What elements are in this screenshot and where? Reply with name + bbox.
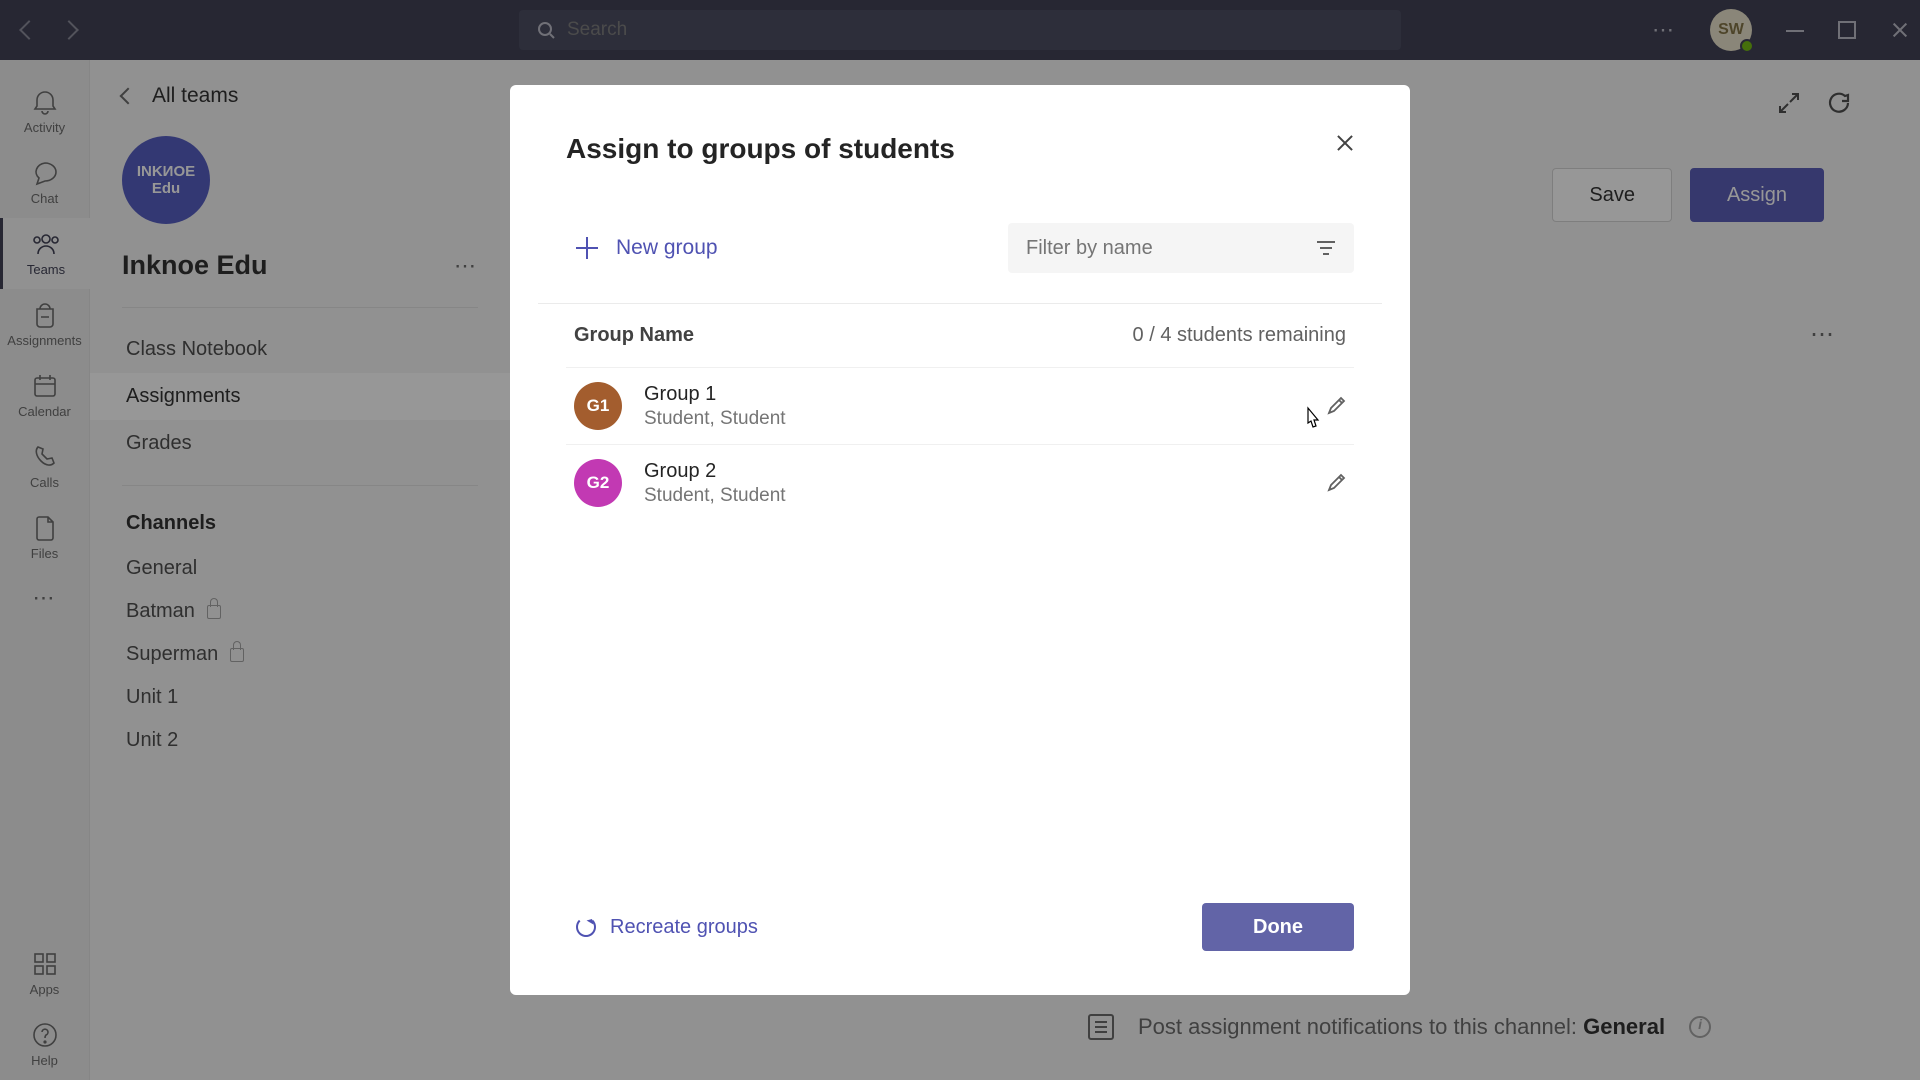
filter-input[interactable] bbox=[1026, 237, 1304, 260]
modal-title: Assign to groups of students bbox=[566, 133, 955, 165]
refresh-icon bbox=[576, 917, 596, 937]
filter-icon[interactable] bbox=[1316, 241, 1336, 255]
filter-box[interactable] bbox=[1008, 223, 1354, 273]
group-row[interactable]: G1 Group 1 Student, Student bbox=[566, 367, 1354, 444]
group-members: Student, Student bbox=[644, 485, 786, 507]
group-avatar: G2 bbox=[574, 459, 622, 507]
group-avatar: G1 bbox=[574, 382, 622, 430]
pencil-icon bbox=[1326, 473, 1346, 493]
new-group-button[interactable]: New group bbox=[566, 236, 718, 260]
recreate-label: Recreate groups bbox=[610, 916, 758, 939]
edit-group-button[interactable] bbox=[1326, 473, 1346, 493]
group-name: Group 2 bbox=[644, 460, 786, 483]
recreate-groups-button[interactable]: Recreate groups bbox=[566, 916, 758, 939]
done-button[interactable]: Done bbox=[1202, 903, 1354, 951]
group-row[interactable]: G2 Group 2 Student, Student bbox=[566, 444, 1354, 521]
group-members: Student, Student bbox=[644, 408, 786, 430]
column-header-group: Group Name bbox=[574, 324, 694, 347]
edit-group-button[interactable] bbox=[1326, 396, 1346, 416]
students-remaining: 0 / 4 students remaining bbox=[1133, 324, 1346, 347]
new-group-label: New group bbox=[616, 236, 718, 260]
pencil-icon bbox=[1326, 396, 1346, 416]
assign-groups-modal: Assign to groups of students New group G… bbox=[510, 85, 1410, 995]
close-button[interactable] bbox=[1334, 133, 1354, 153]
plus-icon bbox=[576, 237, 598, 259]
group-name: Group 1 bbox=[644, 383, 786, 406]
